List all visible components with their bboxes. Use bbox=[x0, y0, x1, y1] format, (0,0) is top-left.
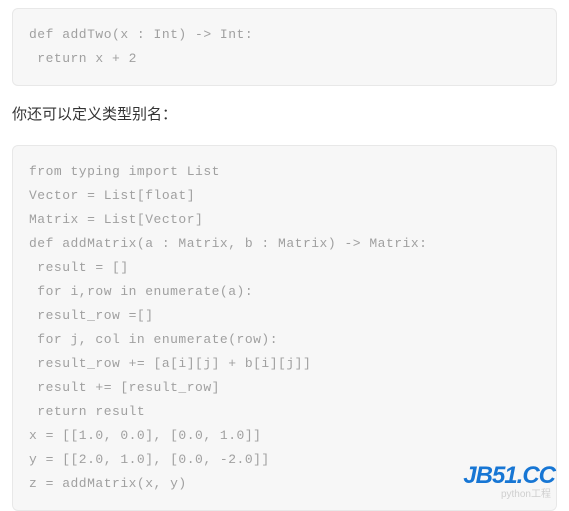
code-line: def addMatrix(a : Matrix, b : Matrix) ->… bbox=[29, 232, 540, 256]
code-line: def addTwo(x : Int) -> Int: bbox=[29, 23, 540, 47]
code-line: for i,row in enumerate(a): bbox=[29, 280, 540, 304]
watermark-subtext: python工程 bbox=[501, 485, 551, 500]
code-line: for j, col in enumerate(row): bbox=[29, 328, 540, 352]
code-line: Matrix = List[Vector] bbox=[29, 208, 540, 232]
code-line: result_row =[] bbox=[29, 304, 540, 328]
code-block-2: from typing import List Vector = List[fl… bbox=[12, 145, 557, 511]
code-line: Vector = List[float] bbox=[29, 184, 540, 208]
code-line: return x + 2 bbox=[29, 47, 540, 71]
code-line: x = [[1.0, 0.0], [0.0, 1.0]] bbox=[29, 424, 540, 448]
code-block-1: def addTwo(x : Int) -> Int: return x + 2 bbox=[12, 8, 557, 86]
paragraph-type-alias: 你还可以定义类型别名： bbox=[12, 104, 557, 127]
code-line: result = [] bbox=[29, 256, 540, 280]
code-line: from typing import List bbox=[29, 160, 540, 184]
code-line: result_row += [a[i][j] + b[i][j]] bbox=[29, 352, 540, 376]
code-line: return result bbox=[29, 400, 540, 424]
code-line: result += [result_row] bbox=[29, 376, 540, 400]
